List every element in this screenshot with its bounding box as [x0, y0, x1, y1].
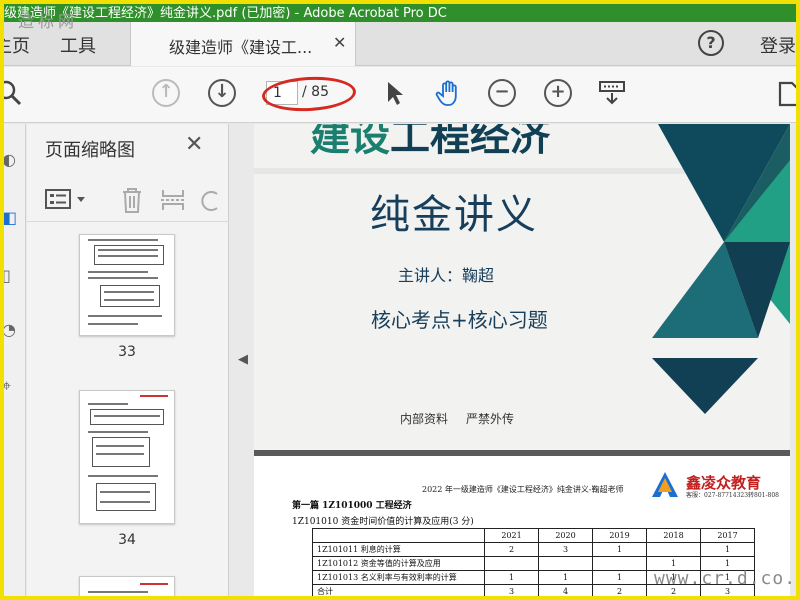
- cover-triangle-graphic: [652, 124, 790, 414]
- table-cell: 1Z101013 名义利率与有效利率的计算: [312, 570, 485, 585]
- brand-logo-icon: [652, 472, 678, 497]
- table-header-cell: 2020: [538, 528, 593, 543]
- share-icon[interactable]: [776, 79, 800, 107]
- thumbnail-panel: 页面缩略图 ✕ 33 34: [27, 124, 248, 600]
- tab-tools[interactable]: 工具: [60, 32, 96, 58]
- thumbnail-options-icon[interactable]: [45, 188, 89, 212]
- tab-document-label: 级建造师《建设工...: [169, 38, 313, 57]
- next-page-icon[interactable]: ↓: [208, 79, 236, 107]
- rail-icon-3[interactable]: ▯: [2, 266, 11, 285]
- page-thumbnail-35[interactable]: [79, 576, 175, 600]
- tab-document[interactable]: 级建造师《建设工... ✕: [130, 22, 356, 66]
- pdf-page-1: 建设工程经济 纯金讲义 主讲人：鞠超 核心考点+核心习题 内部资料 严禁外传: [254, 124, 790, 450]
- internal-material: 内部资料: [400, 412, 449, 426]
- extract-page-icon[interactable]: [159, 186, 187, 214]
- select-cursor-icon[interactable]: [380, 79, 408, 107]
- rotate-page-icon[interactable]: [201, 186, 221, 214]
- previous-page-icon[interactable]: ↑: [152, 79, 180, 107]
- search-icon[interactable]: [0, 79, 24, 107]
- table-header-row: 2021 2020 2019 2018 2017: [312, 528, 755, 543]
- table-cell: [484, 556, 539, 571]
- page-thumbnail-34[interactable]: [79, 390, 175, 524]
- table-cell: 合计: [312, 584, 485, 599]
- rail-icon-5[interactable]: ⌖: [2, 376, 11, 396]
- zoom-out-icon[interactable]: −: [488, 79, 516, 107]
- table-cell: 2: [484, 542, 539, 557]
- watermark-bottom: www.cr.d.co.com: [654, 568, 800, 589]
- cover-footnote: 内部资料 严禁外传: [400, 410, 532, 427]
- left-nav-rail: ◐ ◧ ▯ ◔ ⌖: [0, 124, 26, 600]
- tab-bar: 主页 工具 级建造师《建设工... ✕ ? 登录: [0, 22, 800, 66]
- page-thumbnail-33[interactable]: [79, 234, 175, 336]
- zoom-in-icon[interactable]: +: [544, 79, 572, 107]
- rail-icon-1[interactable]: ◐: [2, 150, 16, 169]
- tab-close-icon[interactable]: ✕: [333, 33, 346, 52]
- thumbnail-panel-close-icon[interactable]: ✕: [185, 132, 203, 157]
- cover-core-topics: 核心考点+核心习题: [371, 308, 548, 332]
- delete-page-icon[interactable]: [119, 186, 145, 214]
- hand-tool-icon[interactable]: [434, 79, 462, 107]
- table-header-cell: [312, 528, 485, 543]
- table-cell: 1: [592, 542, 647, 557]
- table-row: 1Z101011 利息的计算 2 3 1 1: [312, 542, 755, 557]
- table-cell: 3: [484, 584, 539, 599]
- table-cell: 4: [538, 584, 593, 599]
- table-header-cell: 2017: [700, 528, 755, 543]
- table-cell: 1Z101012 资金等值的计算及应用: [312, 556, 485, 571]
- page-header: 2022 年一级建造师《建设工程经济》纯金讲义-鞠超老师: [422, 485, 624, 494]
- login-button[interactable]: 登录: [760, 32, 796, 58]
- section-heading: 第一篇 1Z101000 工程经济: [292, 501, 412, 511]
- table-header-cell: 2018: [646, 528, 701, 543]
- cover-lecturer: 主讲人：鞠超: [398, 266, 495, 285]
- collapse-panel-icon[interactable]: ◀: [238, 352, 248, 367]
- scroll-mode-icon[interactable]: [598, 79, 626, 107]
- cover-title-part1: 建设: [310, 124, 390, 160]
- cover-subtitle: 纯金讲义: [370, 192, 538, 238]
- table-cell: [646, 542, 701, 557]
- title-bar: 级建造师《建设工程经济》纯金讲义.pdf (已加密) - Adobe Acrob…: [0, 0, 800, 22]
- tab-home[interactable]: 主页: [0, 32, 30, 58]
- subsection-heading: 1Z101010 资金时间价值的计算及应用(3 分): [292, 517, 474, 527]
- thumbnail-page-number: 34: [118, 532, 136, 548]
- rail-icon-4[interactable]: ◔: [2, 320, 16, 339]
- rail-thumbnails-icon[interactable]: ◧: [2, 208, 17, 227]
- no-distribution: 严禁外传: [466, 412, 515, 426]
- table-cell: 1Z101011 利息的计算: [312, 542, 485, 557]
- main-toolbar: ↑ ↓ 1 / 85 − +: [0, 67, 800, 123]
- cover-title-part2: 工程经济: [390, 124, 550, 160]
- table-cell: 3: [538, 542, 593, 557]
- table-cell: 2: [592, 584, 647, 599]
- table-cell: [538, 556, 593, 571]
- panel-splitter[interactable]: ◀: [232, 124, 254, 600]
- thumbnail-page-number: 33: [118, 344, 136, 360]
- table-header-cell: 2021: [484, 528, 539, 543]
- table-header-cell: 2019: [592, 528, 647, 543]
- brand-contact: 客服：027-87714323转801-808: [686, 492, 779, 499]
- watermark-top: 造标网: [18, 12, 79, 31]
- table-cell: 1: [538, 570, 593, 585]
- cover-main-title: 建设工程经济: [310, 124, 550, 162]
- help-icon[interactable]: ?: [698, 30, 724, 56]
- table-cell: [592, 556, 647, 571]
- table-cell: 1: [700, 542, 755, 557]
- document-view[interactable]: 建设工程经济 纯金讲义 主讲人：鞠超 核心考点+核心习题 内部资料 严禁外传 20…: [254, 124, 790, 600]
- table-cell: 1: [592, 570, 647, 585]
- table-cell: 1: [484, 570, 539, 585]
- thumbnail-toolbar: [27, 178, 229, 222]
- thumbnail-panel-title: 页面缩略图: [45, 140, 135, 161]
